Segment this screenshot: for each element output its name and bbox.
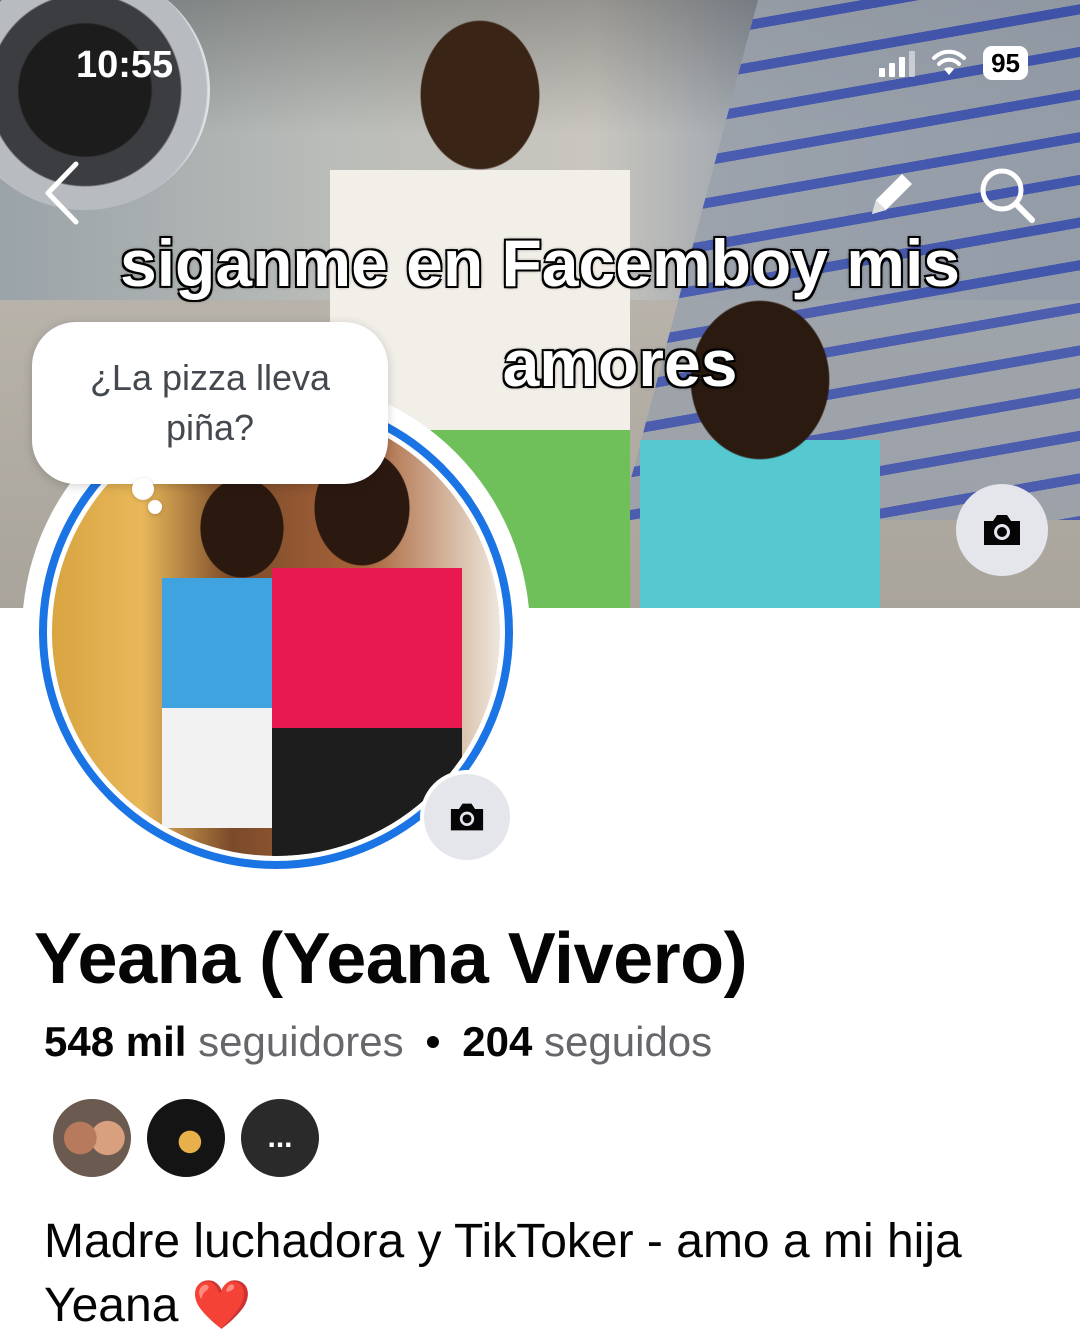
status-time: 10:55 (76, 44, 174, 86)
profile-note-text: ¿La pizza lleva piña? (89, 357, 331, 448)
bio-text: Madre luchadora y TikToker - amo a mi hi… (44, 1215, 962, 1332)
mutual-friends-row[interactable]: ... (50, 1096, 322, 1180)
friend-avatar[interactable] (50, 1096, 134, 1180)
following-label: seguidos (544, 1018, 713, 1065)
bubble-tail-dot-small (148, 500, 162, 514)
cover-caption-line-1: siganme en Facemboy mis (120, 226, 960, 300)
profile-note-bubble[interactable]: ¿La pizza lleva piña? (32, 322, 388, 484)
more-friends-button[interactable]: ... (238, 1096, 322, 1180)
status-indicators: 95 (879, 46, 1028, 80)
followers-link[interactable]: 548 mil seguidores (44, 1018, 404, 1066)
following-count: 204 (462, 1018, 533, 1065)
stats-separator: • (425, 1018, 441, 1065)
followers-count: 548 mil (44, 1018, 187, 1065)
edit-profile-picture-button[interactable] (420, 770, 514, 864)
edit-cover-photo-button[interactable] (956, 484, 1048, 576)
profile-bio: Madre luchadora y TikToker - amo a mi hi… (44, 1210, 1034, 1338)
follow-stats: 548 mil seguidores • 204 seguidos (44, 1018, 712, 1066)
battery-indicator: 95 (983, 46, 1028, 80)
heart-emoji: ❤️ (191, 1279, 252, 1332)
followers-label: seguidores (198, 1018, 404, 1065)
more-icon: ... (267, 1121, 293, 1154)
profile-name: Yeana (Yeana Vivero) (34, 919, 748, 999)
following-link[interactable]: 204 seguidos (462, 1018, 712, 1066)
wifi-icon (932, 49, 967, 75)
cellular-signal-icon (879, 49, 916, 77)
cover-airplane-engine (0, 0, 210, 210)
friend-avatar[interactable] (144, 1096, 228, 1180)
pencil-icon (872, 174, 912, 214)
camera-icon (450, 803, 484, 831)
camera-icon (984, 515, 1020, 545)
bubble-tail-dot-large (132, 478, 154, 500)
